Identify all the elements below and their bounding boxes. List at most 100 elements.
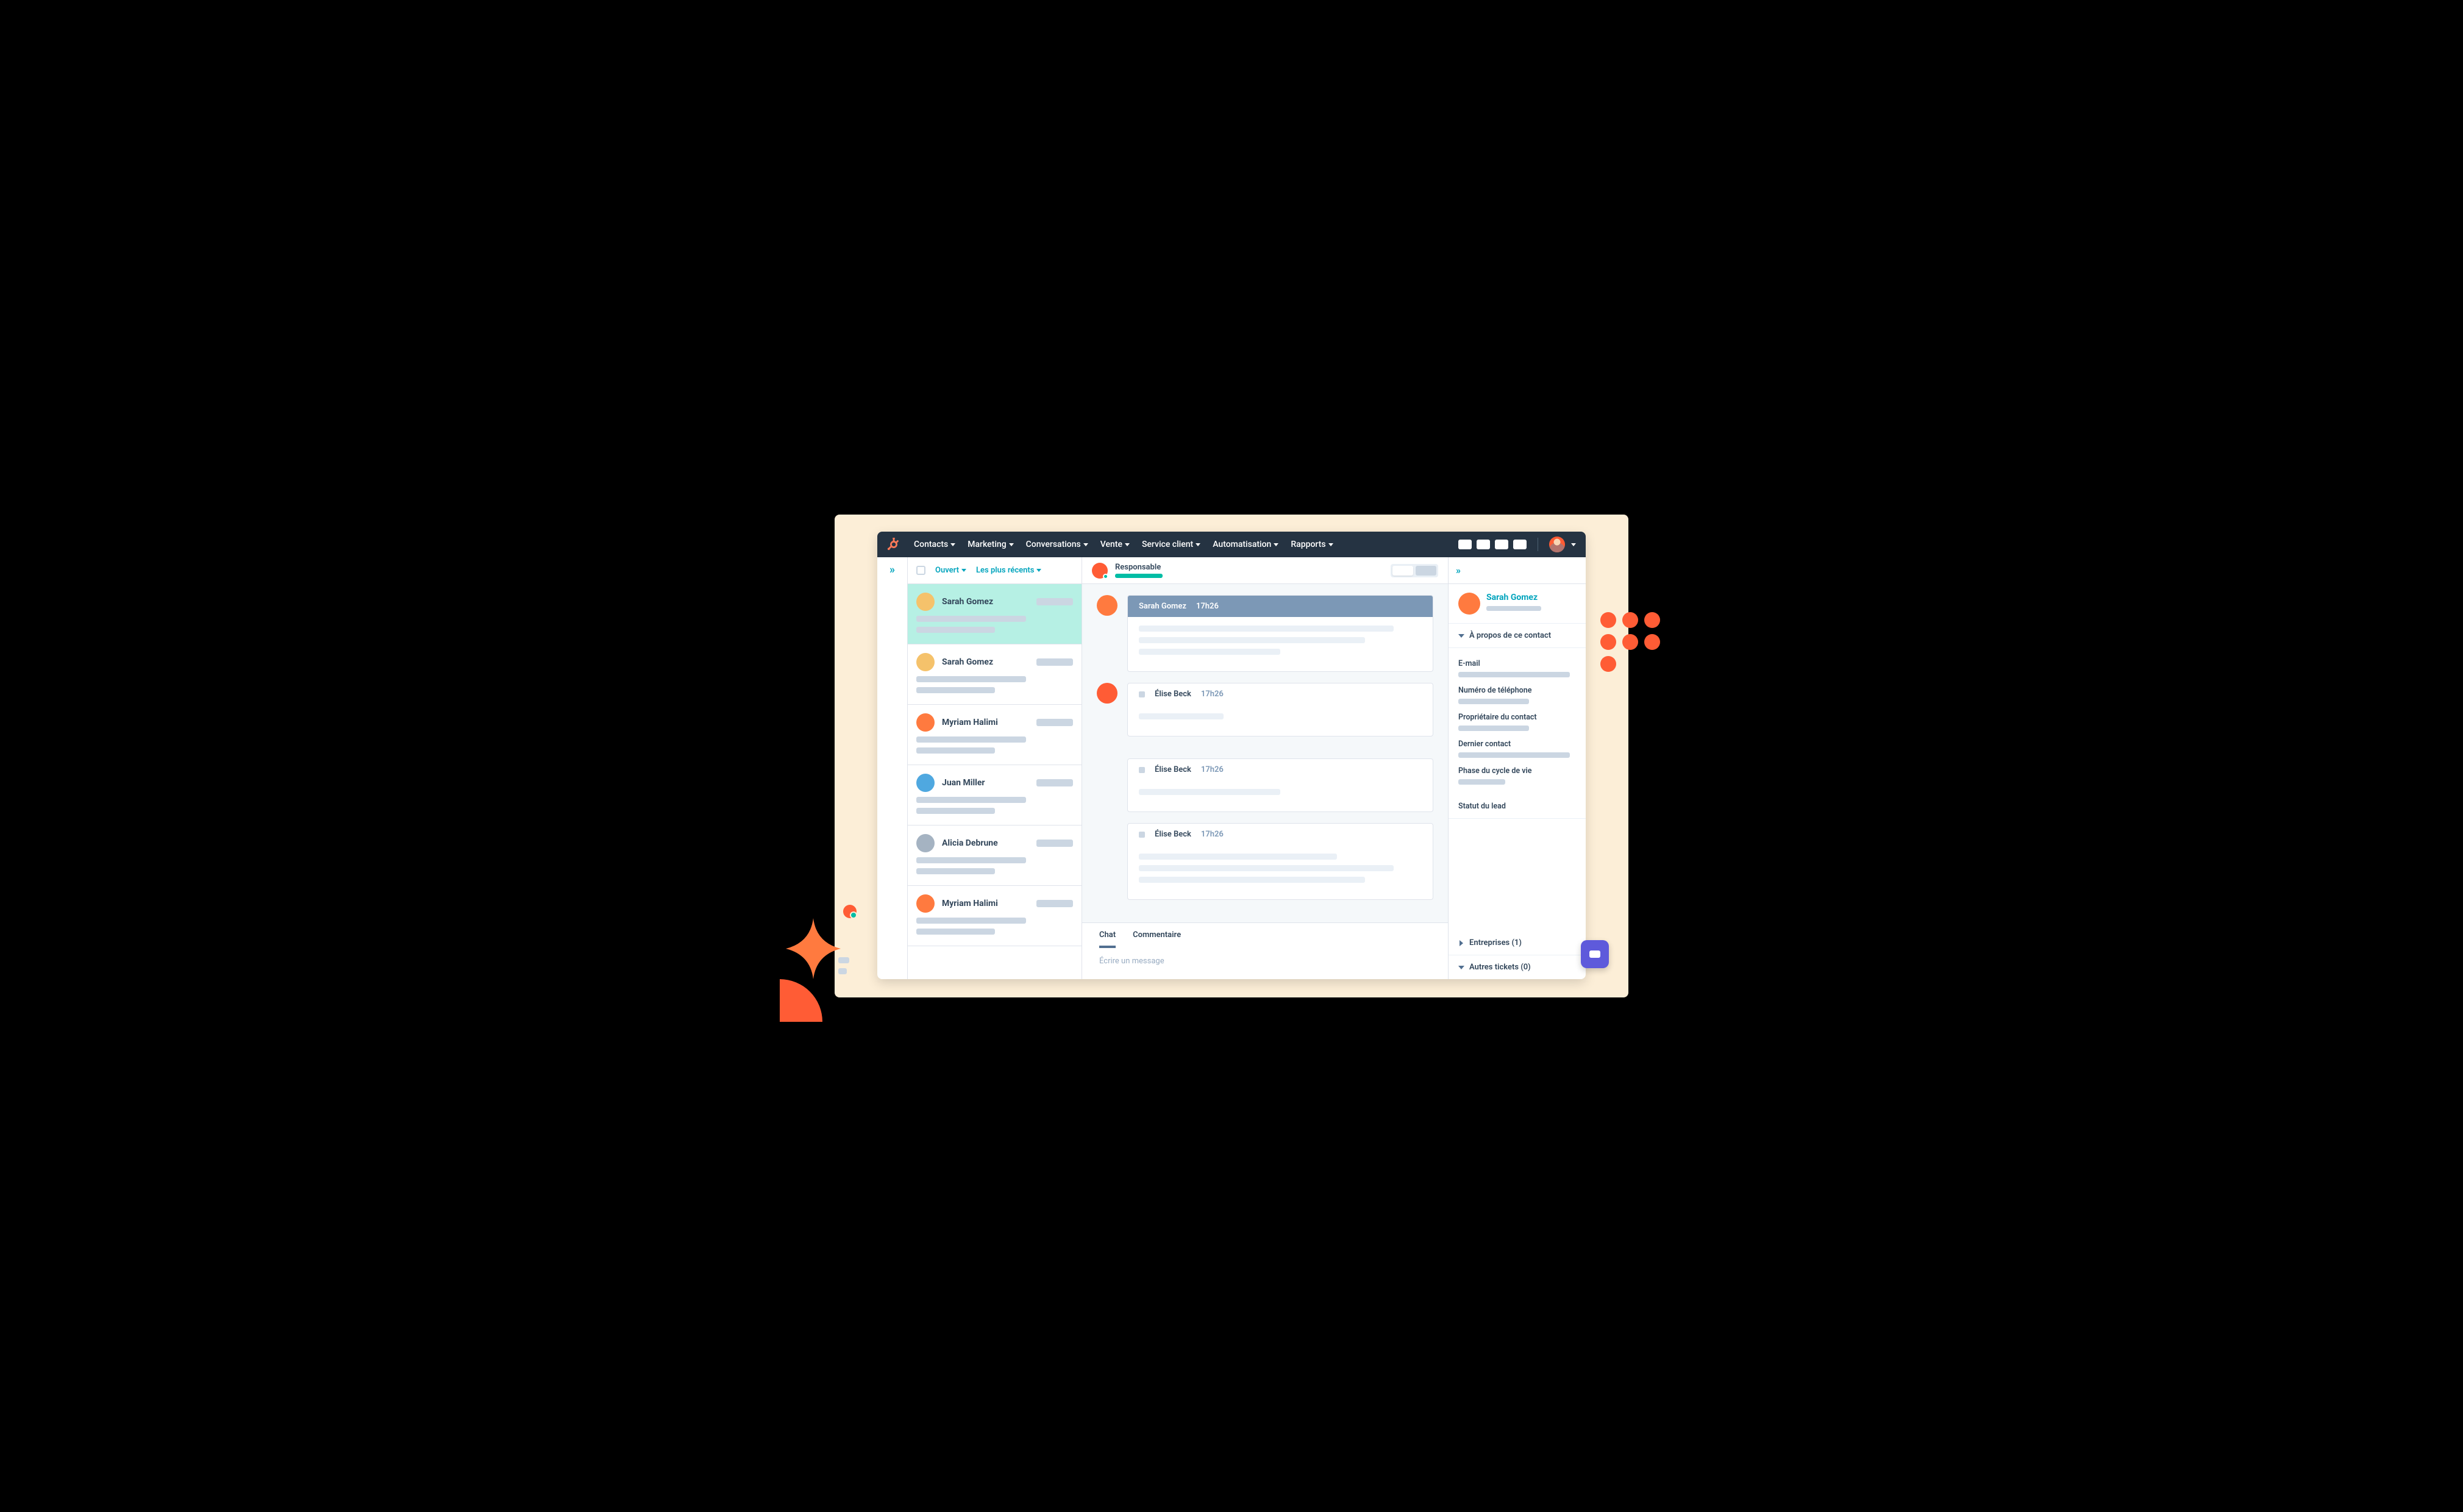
about-section-label: À propos de ce contact [1469,631,1551,640]
message-time: 17h26 [1196,602,1219,611]
nav-action-icon[interactable] [1495,540,1508,549]
brand-logo-icon [887,538,900,551]
account-avatar[interactable] [1549,537,1565,552]
conversation-item[interactable]: Myriam Halimi [908,705,1082,765]
contact-header[interactable]: Sarah Gomez [1449,584,1586,624]
conversation-item[interactable]: Sarah Gomez [908,584,1082,644]
nav-rapports[interactable]: Rapports [1286,537,1338,552]
message-sender: Élise Beck [1155,765,1191,774]
contact-name: Sarah Gomez [1486,593,1541,602]
conversation-avatar [916,774,935,792]
nav-vente[interactable]: Vente [1096,537,1135,552]
message-time: 17h26 [1201,830,1224,839]
chevron-down-icon [1125,543,1130,546]
field-lifecycle-value[interactable] [1458,779,1505,785]
chevron-down-icon[interactable] [1571,543,1576,546]
top-nav: Contacts Marketing Conversations Vente S… [877,532,1586,557]
expand-panel-icon[interactable]: » [1456,565,1461,576]
conversation-preview-placeholder [916,747,995,754]
message-card[interactable]: Élise Beck17h26 [1127,683,1433,736]
field-last-value[interactable] [1458,752,1570,758]
nav-marketing[interactable]: Marketing [963,537,1018,552]
nav-contacts[interactable]: Contacts [909,537,960,552]
nav-action-icon[interactable] [1513,540,1527,549]
message-sender: Sarah Gomez [1139,602,1186,611]
message-header: Élise Beck17h26 [1128,683,1433,705]
conversation-preview-placeholder [916,797,1026,803]
contact-subtitle-placeholder [1486,606,1541,611]
owner-name-placeholder [1115,574,1163,578]
conversation-time-placeholder [1036,598,1073,605]
message-header: Élise Beck 17h26 [1128,824,1433,845]
conversation-item[interactable]: Sarah Gomez [908,644,1082,705]
conversation-preview-placeholder [916,808,995,814]
nav-service[interactable]: Service client [1137,537,1205,552]
nav-action-icon[interactable] [1458,540,1472,549]
field-lifecycle-label: Phase du cycle de vie [1458,766,1576,776]
conversation-preview-placeholder [916,676,1026,682]
thread-header: Responsable [1082,557,1448,584]
message-card[interactable]: Sarah Gomez 17h26 [1127,595,1433,672]
message-body [1128,617,1433,671]
chevron-down-icon [1458,634,1464,638]
message-card[interactable]: Élise Beck17h26 [1127,758,1433,812]
decor-bars-icon [838,957,849,974]
nav-conversations[interactable]: Conversations [1021,537,1093,552]
conversation-item[interactable]: Myriam Halimi [908,886,1082,946]
conversation-time-placeholder [1036,779,1073,786]
message-body [1128,780,1433,811]
field-owner-value[interactable] [1458,726,1529,731]
conversation-preview-placeholder [916,687,995,693]
chevron-down-icon [1083,543,1088,546]
decor-avatar-icon [843,905,857,918]
thread-view-toggle[interactable] [1391,564,1438,577]
decor-sparkle-icon [780,918,883,1022]
message-sender: Élise Beck [1155,830,1191,839]
chat-widget-button[interactable] [1581,940,1609,968]
expand-rail-icon[interactable]: » [889,563,895,576]
conversation-preview-placeholder [916,929,995,935]
chevron-down-icon [961,569,966,572]
message-status-icon [1139,832,1145,838]
field-phone-value[interactable] [1458,699,1529,704]
conversation-time-placeholder [1036,719,1073,726]
conversation-name: Sarah Gomez [942,657,1030,667]
composer-tab-comment[interactable]: Commentaire [1133,930,1181,948]
conversation-preview-placeholder [916,868,995,874]
composer: Chat Commentaire Écrire un message [1082,922,1448,979]
field-phone-label: Numéro de téléphone [1458,686,1576,695]
about-section-toggle[interactable]: À propos de ce contact [1449,624,1586,648]
chevron-down-icon [1036,569,1041,572]
message-status-icon [1139,767,1145,773]
composer-tab-chat[interactable]: Chat [1099,930,1116,948]
owner-avatar[interactable] [1092,563,1108,579]
conversation-item[interactable]: Juan Miller [908,765,1082,826]
contact-panel: » Sarah Gomez À propos de ce contact E-m… [1448,557,1586,979]
nav-action-icon[interactable] [1477,540,1490,549]
conversation-preview-placeholder [916,627,995,633]
nav-automatisation[interactable]: Automatisation [1208,537,1283,552]
select-all-checkbox[interactable] [916,566,925,575]
message-body [1128,705,1433,736]
filter-open[interactable]: Ouvert [935,566,966,575]
conversation-item[interactable]: Alicia Debrune [908,826,1082,886]
conversation-name: Juan Miller [942,778,1030,788]
message-body [1128,845,1433,899]
app-window: Contacts Marketing Conversations Vente S… [877,532,1586,979]
conversation-preview-placeholder [916,736,1026,743]
companies-label: Entreprises (1) [1469,938,1522,947]
message-status-icon [1139,691,1145,697]
companies-section-toggle[interactable]: Entreprises (1) [1449,931,1586,955]
field-email-value[interactable] [1458,672,1570,677]
conversation-preview-placeholder [916,857,1026,863]
filter-recent[interactable]: Les plus récents [976,566,1041,575]
conversation-avatar [916,653,935,671]
other-tickets-section-toggle[interactable]: Autres tickets (0) [1449,955,1586,979]
message-time: 17h26 [1201,690,1224,699]
message-header: Élise Beck17h26 [1128,759,1433,780]
message-card[interactable]: Élise Beck 17h26 [1127,823,1433,900]
composer-input[interactable]: Écrire un message [1082,948,1448,979]
inbox-rail: » [877,557,908,979]
message-header: Sarah Gomez 17h26 [1128,596,1433,617]
conversation-name: Alicia Debrune [942,838,1030,848]
